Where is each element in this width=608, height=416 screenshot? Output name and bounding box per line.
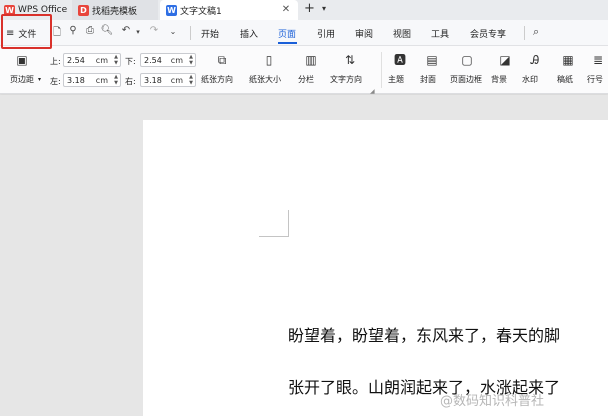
chevron-down-icon[interactable]: ▾ bbox=[322, 4, 326, 13]
right-margin-unit: cm bbox=[170, 75, 183, 85]
menu-references[interactable]: 引用 bbox=[317, 27, 335, 40]
page-border-label[interactable]: 页面边框 bbox=[450, 74, 482, 85]
top-margin-input[interactable]: 2.54 cm ▲ ▼ bbox=[63, 53, 121, 67]
left-margin-value: 3.18 bbox=[67, 75, 85, 85]
hamburger-icon: ≡ bbox=[6, 27, 15, 39]
columns-label[interactable]: 分栏 bbox=[298, 74, 314, 85]
close-tab-icon[interactable]: ✕ bbox=[280, 4, 292, 16]
paper-size-icon[interactable]: ▯ bbox=[261, 52, 277, 68]
share-link-icon[interactable]: ⚲ bbox=[66, 25, 80, 36]
text-direction-label[interactable]: 文字方向 bbox=[330, 74, 362, 85]
menu-home[interactable]: 开始 bbox=[201, 27, 219, 40]
right-margin-value: 3.18 bbox=[144, 75, 162, 85]
tab-document[interactable]: W 文字文稿1 ✕ bbox=[160, 0, 298, 20]
orientation-label[interactable]: 纸张方向 bbox=[201, 74, 233, 85]
file-menu-label: 文件 bbox=[18, 29, 37, 40]
cover-icon[interactable]: ▤ bbox=[424, 52, 440, 68]
watermark-icon[interactable]: Ꭿ bbox=[527, 52, 543, 68]
manuscript-paper-label[interactable]: 稿纸 bbox=[557, 74, 573, 85]
tab-template[interactable]: D 找稻壳模板 bbox=[72, 0, 158, 20]
spin-arrows-icon[interactable]: ▲ ▼ bbox=[189, 74, 193, 86]
spin-arrows-icon[interactable]: ▲ ▼ bbox=[114, 54, 118, 66]
menu-page[interactable]: 页面 bbox=[278, 27, 296, 40]
new-tab-icon[interactable]: + bbox=[304, 1, 315, 16]
margins-label[interactable]: 页边距 bbox=[10, 74, 34, 85]
bottom-margin-input[interactable]: 2.54 cm ▲ ▼ bbox=[140, 53, 196, 67]
tab-wps-office[interactable]: W WPS Office bbox=[0, 0, 70, 20]
writer-logo-icon: W bbox=[166, 4, 177, 16]
active-tab-indicator bbox=[278, 42, 297, 44]
undo-dropdown-icon[interactable]: ▾ bbox=[131, 28, 145, 36]
ribbon-page-layout: ▣ 页边距 ▾ 上: 2.54 cm ▲ ▼ 左: 3.18 cm ▲ ▼ 下: 2… bbox=[0, 46, 608, 94]
tab-bar: W WPS Office D 找稻壳模板 W 文字文稿1 ✕ + ▾ bbox=[0, 0, 608, 20]
print-icon[interactable]: ⎙ bbox=[83, 25, 97, 36]
page-border-icon[interactable]: ▢ bbox=[459, 52, 475, 68]
top-margin-unit: cm bbox=[95, 55, 108, 65]
watermark-label[interactable]: 水印 bbox=[522, 74, 538, 85]
menu-view[interactable]: 视图 bbox=[393, 27, 411, 40]
line-number-icon[interactable]: ≣ bbox=[590, 52, 606, 68]
save-icon[interactable]: 🗋 bbox=[50, 25, 64, 42]
theme-icon[interactable]: 🅰︎ bbox=[392, 52, 408, 68]
background-icon[interactable]: ◪ bbox=[497, 52, 513, 68]
bottom-margin-label: 下: bbox=[125, 57, 136, 66]
bottom-margin-value: 2.54 bbox=[144, 55, 162, 65]
manuscript-paper-icon[interactable]: ▦ bbox=[560, 52, 576, 68]
columns-icon[interactable]: ▥ bbox=[303, 52, 319, 68]
document-page[interactable] bbox=[143, 120, 608, 416]
margin-corner-mark bbox=[288, 210, 289, 237]
spin-arrows-icon[interactable]: ▲ ▼ bbox=[114, 74, 118, 86]
menu-bar: ≡ 文件 🗋 ⚲ ⎙ 🔍︎ ↶ ▾ ↷ ⌄ 开始 插入 页面 引用 审阅 视图 … bbox=[0, 20, 608, 46]
menu-divider bbox=[190, 26, 191, 40]
search-icon[interactable]: ⌕ bbox=[533, 25, 539, 39]
menu-review[interactable]: 审阅 bbox=[355, 27, 373, 40]
template-logo-icon: D bbox=[78, 4, 89, 16]
margins-dropdown-icon[interactable]: ▾ bbox=[38, 76, 41, 83]
print-preview-icon[interactable]: 🔍︎ bbox=[100, 25, 114, 36]
spin-arrows-icon[interactable]: ▲ ▼ bbox=[189, 54, 193, 66]
menu-divider bbox=[524, 26, 525, 40]
tab-document-label: 文字文稿1 bbox=[180, 6, 222, 17]
text-direction-icon[interactable]: ⇅ bbox=[342, 52, 358, 68]
line-number-label[interactable]: 行号 bbox=[587, 74, 603, 85]
top-margin-label: 上: bbox=[50, 57, 61, 66]
redo-icon[interactable]: ↷ bbox=[147, 25, 161, 36]
document-text-line[interactable]: 盼望着，盼望着，东风来了，春天的脚 bbox=[288, 322, 560, 346]
menu-insert[interactable]: 插入 bbox=[240, 27, 258, 40]
right-margin-input[interactable]: 3.18 cm ▲ ▼ bbox=[140, 73, 196, 87]
orientation-icon[interactable]: ⧉ bbox=[214, 52, 230, 68]
theme-label[interactable]: 主题 bbox=[388, 74, 404, 85]
ribbon-expand-icon[interactable]: ◢ bbox=[370, 88, 375, 95]
left-margin-label: 左: bbox=[50, 77, 61, 86]
left-margin-input[interactable]: 3.18 cm ▲ ▼ bbox=[63, 73, 121, 87]
more-quick-actions-icon[interactable]: ⌄ bbox=[166, 27, 180, 36]
top-margin-value: 2.54 bbox=[67, 55, 85, 65]
bottom-margin-unit: cm bbox=[170, 55, 183, 65]
source-watermark: @数码知识科普社 bbox=[440, 394, 545, 409]
ribbon-divider bbox=[381, 52, 382, 88]
paper-size-label[interactable]: 纸张大小 bbox=[249, 74, 281, 85]
left-margin-unit: cm bbox=[95, 75, 108, 85]
right-margin-label: 右: bbox=[125, 77, 136, 86]
cover-label[interactable]: 封面 bbox=[420, 74, 436, 85]
tab-template-label: 找稻壳模板 bbox=[92, 6, 138, 17]
tab-wps-label: WPS Office bbox=[18, 5, 68, 15]
menu-member[interactable]: 会员专享 bbox=[470, 27, 506, 40]
wps-logo-icon: W bbox=[4, 4, 15, 16]
margins-icon[interactable]: ▣ bbox=[14, 52, 30, 68]
margin-corner-mark bbox=[259, 236, 289, 237]
file-menu-button[interactable]: ≡ 文件 bbox=[3, 22, 51, 44]
menu-tools[interactable]: 工具 bbox=[431, 27, 449, 40]
background-label[interactable]: 背景 bbox=[491, 74, 507, 85]
